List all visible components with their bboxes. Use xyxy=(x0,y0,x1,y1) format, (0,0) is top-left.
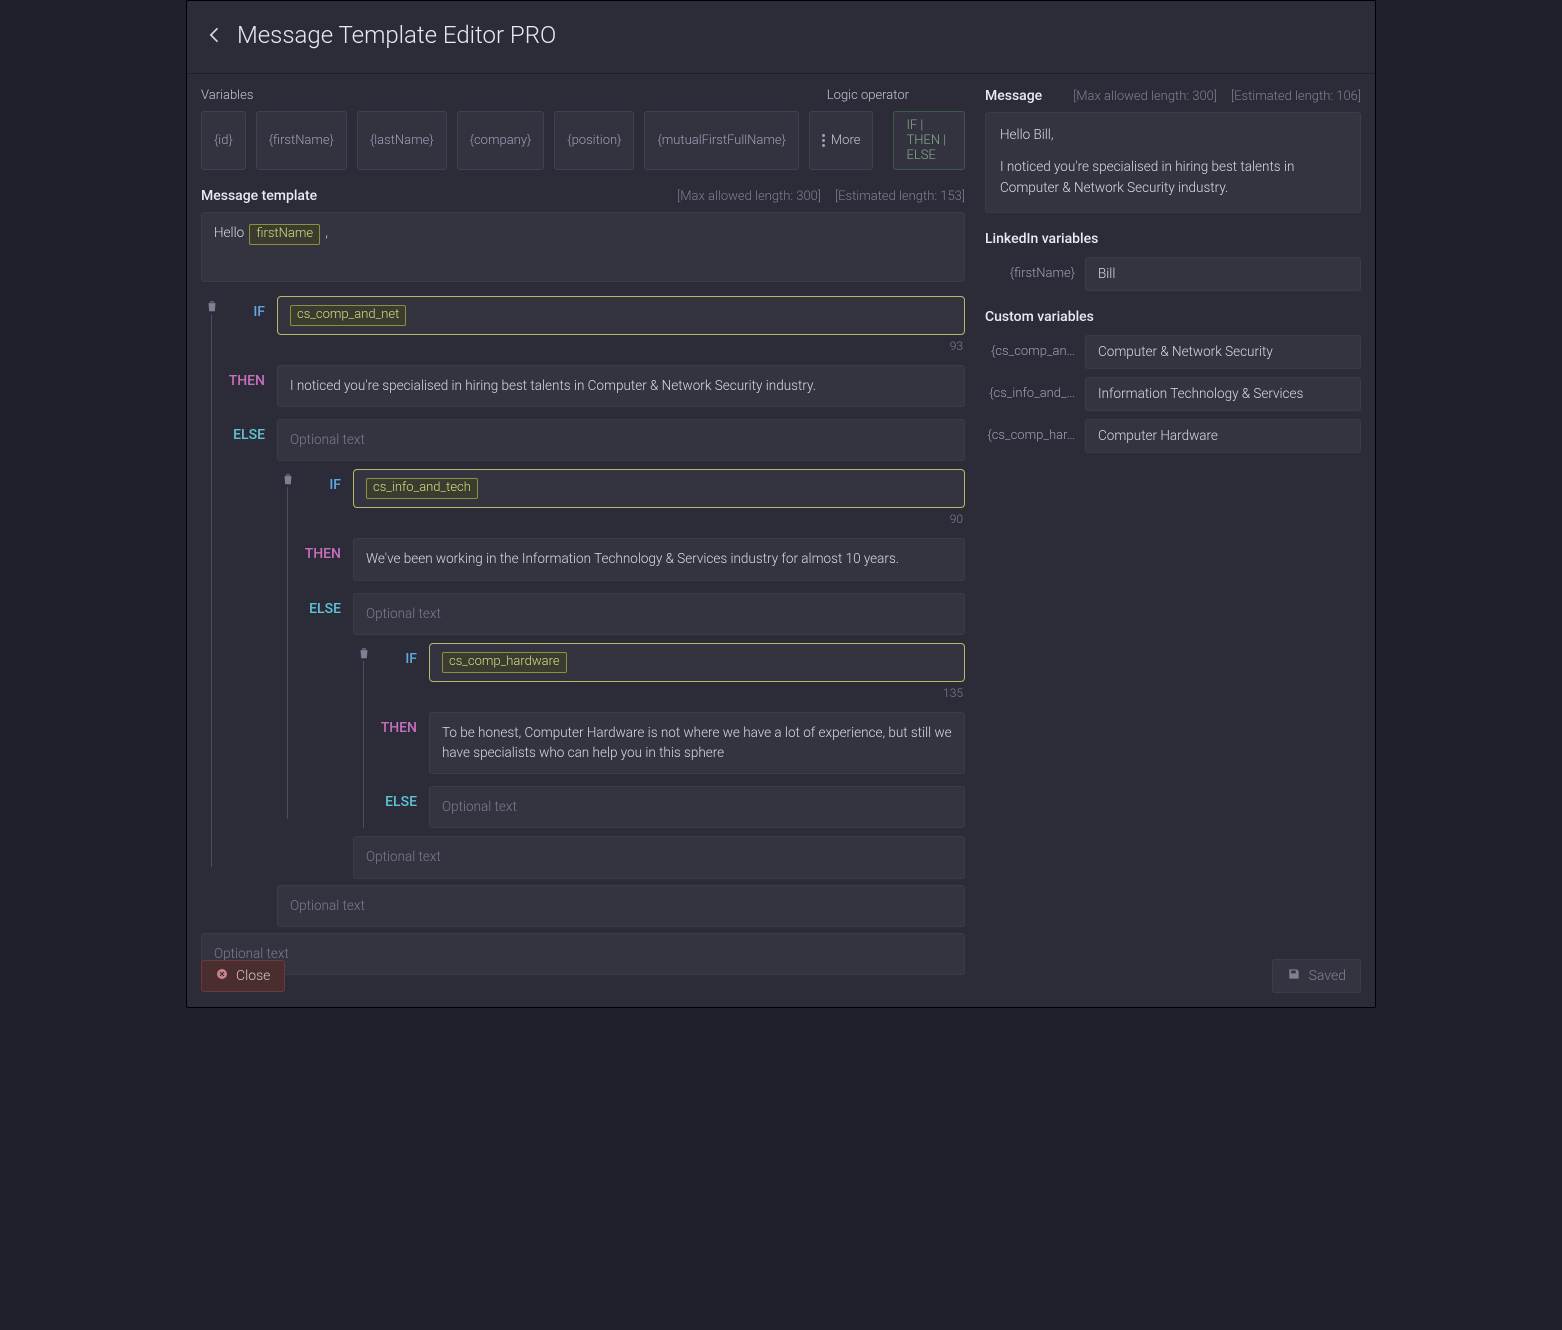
variable-key: {cs_comp_har… xyxy=(985,428,1075,443)
char-count: 135 xyxy=(429,686,965,700)
close-label: Close xyxy=(236,968,270,984)
linkedin-variables-label: LinkedIn variables xyxy=(985,231,1361,247)
saved-label: Saved xyxy=(1309,968,1346,984)
if-keyword: IF xyxy=(361,651,417,667)
max-length-hint: [Max allowed length: 300] xyxy=(677,189,821,204)
then-keyword: THEN xyxy=(209,373,265,389)
char-count: 90 xyxy=(353,512,965,526)
modal-footer: Close Saved xyxy=(187,945,1375,1007)
preview-line: I noticed you're specialised in hiring b… xyxy=(1000,157,1346,200)
logic-operator-chip[interactable]: IF | THEN | ELSE xyxy=(893,111,965,170)
variable-key: {cs_info_and_… xyxy=(985,386,1075,401)
variable-chip[interactable]: {id} xyxy=(201,111,246,170)
trailing-text[interactable]: Optional text xyxy=(353,836,965,878)
variable-value-input[interactable]: Bill xyxy=(1085,257,1361,291)
then-text[interactable]: We've been working in the Information Te… xyxy=(353,538,965,580)
then-keyword: THEN xyxy=(361,720,417,736)
condition-block-2: IF cs_info_and_tech 90 THEN We've been w… xyxy=(277,469,965,878)
condition-block-3: IF cs_comp_hardware 135 THEN To be hones… xyxy=(353,643,965,829)
if-keyword: IF xyxy=(209,304,265,320)
else-keyword: ELSE xyxy=(209,427,265,443)
else-text[interactable]: Optional text xyxy=(277,419,965,461)
variable-chip[interactable]: {lastName} xyxy=(357,111,447,170)
variable-value-input[interactable]: Computer & Network Security xyxy=(1085,335,1361,369)
estimated-length-hint: [Estimated length: 153] xyxy=(835,189,965,204)
variables-label: Variables xyxy=(201,88,253,103)
else-text[interactable]: Optional text xyxy=(429,786,965,828)
if-condition-input[interactable]: cs_comp_and_net xyxy=(277,296,965,335)
variable-value-input[interactable]: Computer Hardware xyxy=(1085,419,1361,453)
variable-chip-strip: {id} {firstName} {lastName} {company} {p… xyxy=(201,111,965,170)
close-button[interactable]: Close xyxy=(201,960,285,992)
else-keyword: ELSE xyxy=(285,601,341,617)
variable-token[interactable]: cs_comp_hardware xyxy=(442,652,567,673)
trailing-text[interactable]: Optional text xyxy=(277,885,965,927)
saved-button[interactable]: Saved xyxy=(1272,959,1361,993)
preview-label: Message xyxy=(985,88,1042,104)
variable-row: {cs_info_and_… Information Technology & … xyxy=(985,377,1361,411)
message-preview: Hello Bill, I noticed you're specialised… xyxy=(985,112,1361,213)
template-text-suffix: , xyxy=(322,225,328,241)
variable-value-input[interactable]: Information Technology & Services xyxy=(1085,377,1361,411)
template-header-text[interactable]: Hello firstName , xyxy=(201,212,965,282)
then-text[interactable]: I noticed you're specialised in hiring b… xyxy=(277,365,965,407)
preview-line: Hello Bill, xyxy=(1000,125,1346,147)
variable-row: {cs_comp_har… Computer Hardware xyxy=(985,419,1361,453)
save-icon xyxy=(1287,967,1301,985)
modal-header: Message Template Editor PRO xyxy=(187,1,1375,74)
char-count: 93 xyxy=(277,339,965,353)
then-text[interactable]: To be honest, Computer Hardware is not w… xyxy=(429,712,965,775)
variable-token[interactable]: cs_comp_and_net xyxy=(290,305,406,326)
variable-row: {cs_comp_an… Computer & Network Security xyxy=(985,335,1361,369)
more-icon xyxy=(822,134,825,147)
close-icon xyxy=(216,968,228,984)
message-template-label: Message template xyxy=(201,188,317,204)
if-condition-input[interactable]: cs_info_and_tech xyxy=(353,469,965,508)
logic-operator-label: Logic operator xyxy=(827,88,909,103)
if-condition-input[interactable]: cs_comp_hardware xyxy=(429,643,965,682)
else-keyword: ELSE xyxy=(361,794,417,810)
more-variables-chip[interactable]: More xyxy=(809,111,874,170)
variable-key: {cs_comp_an… xyxy=(985,344,1075,359)
variable-chip[interactable]: {firstName} xyxy=(256,111,347,170)
then-keyword: THEN xyxy=(285,546,341,562)
condition-block-1: IF cs_comp_and_net 93 THEN I noticed you… xyxy=(201,296,965,927)
else-text[interactable]: Optional text xyxy=(353,593,965,635)
variable-row: {firstName} Bill xyxy=(985,257,1361,291)
editor-modal: Message Template Editor PRO Variables Lo… xyxy=(186,0,1376,1008)
variable-chip[interactable]: {mutualFirstFullName} xyxy=(644,111,798,170)
modal-title: Message Template Editor PRO xyxy=(237,21,556,49)
max-length-hint: [Max allowed length: 300] xyxy=(1073,89,1217,104)
template-text-prefix: Hello xyxy=(214,225,247,241)
variable-token[interactable]: firstName xyxy=(249,224,320,245)
back-arrow-icon[interactable] xyxy=(205,25,225,45)
variable-chip[interactable]: {position} xyxy=(554,111,634,170)
variable-token[interactable]: cs_info_and_tech xyxy=(366,478,478,499)
estimated-length-hint: [Estimated length: 106] xyxy=(1231,89,1361,104)
variable-key: {firstName} xyxy=(985,266,1075,281)
more-label: More xyxy=(831,133,861,148)
if-keyword: IF xyxy=(285,477,341,493)
variable-chip[interactable]: {company} xyxy=(457,111,545,170)
custom-variables-label: Custom variables xyxy=(985,309,1361,325)
